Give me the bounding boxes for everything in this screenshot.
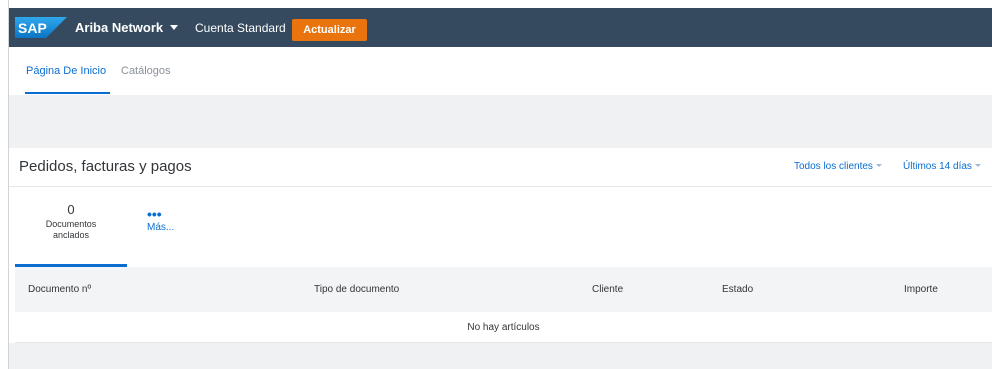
panel-header: Pedidos, facturas y pagos Todos los clie… bbox=[9, 148, 992, 187]
column-header-document-type[interactable]: Tipo de documento bbox=[314, 284, 399, 296]
upgrade-button[interactable]: Actualizar bbox=[292, 19, 367, 41]
chevron-down-icon bbox=[170, 25, 179, 30]
active-tab-indicator bbox=[25, 92, 110, 94]
tab-catalogs[interactable]: Catálogos bbox=[121, 64, 171, 78]
tile-area: 0 Documentos anclados ••• Más... bbox=[9, 187, 992, 267]
empty-message: No hay artículos bbox=[467, 322, 540, 333]
column-header-status[interactable]: Estado bbox=[722, 284, 753, 296]
pinned-documents-label-line1: Documentos bbox=[45, 219, 97, 229]
column-header-client[interactable]: Cliente bbox=[592, 284, 623, 296]
chevron-down-icon bbox=[974, 164, 981, 167]
sap-logo[interactable]: SAP bbox=[15, 17, 67, 38]
panel-title: Pedidos, facturas y pagos bbox=[19, 158, 192, 175]
pinned-documents-label: Documentos anclados bbox=[15, 219, 127, 241]
table-empty-row: No hay artículos bbox=[15, 312, 992, 343]
pinned-documents-label-line2: anclados bbox=[52, 230, 90, 240]
period-filter[interactable]: Últimos 14 días bbox=[903, 161, 981, 173]
more-tile[interactable]: ••• Más... bbox=[144, 206, 194, 239]
pinned-documents-tile[interactable]: 0 Documentos anclados bbox=[15, 187, 127, 267]
clients-filter[interactable]: Todos los clientes bbox=[794, 161, 882, 173]
tab-home[interactable]: Página De Inicio bbox=[26, 64, 106, 78]
more-dots-icon: ••• bbox=[147, 206, 162, 222]
more-label: Más... bbox=[147, 222, 175, 233]
period-filter-label: Últimos 14 días bbox=[903, 161, 972, 172]
shell-bar: SAP Ariba Network Cuenta Standard Actual… bbox=[9, 8, 992, 47]
orders-panel: Pedidos, facturas y pagos Todos los clie… bbox=[9, 148, 992, 343]
column-header-amount[interactable]: Importe bbox=[904, 284, 938, 296]
product-switcher[interactable]: Ariba Network bbox=[75, 19, 179, 37]
spacer-band bbox=[9, 95, 992, 148]
pinned-documents-count: 0 bbox=[67, 202, 75, 217]
tab-bar: Página De Inicio Catálogos bbox=[9, 47, 992, 95]
table-header: Documento nº Tipo de documento Cliente E… bbox=[15, 267, 992, 312]
product-name: Ariba Network bbox=[75, 20, 164, 35]
chevron-down-icon bbox=[875, 164, 882, 167]
bottom-band bbox=[9, 343, 992, 369]
account-type-label: Cuenta Standard bbox=[195, 21, 286, 35]
clients-filter-label: Todos los clientes bbox=[794, 161, 873, 172]
sap-logo-text: SAP bbox=[18, 20, 47, 36]
window-edge bbox=[0, 0, 8, 369]
column-header-document-number[interactable]: Documento nº bbox=[28, 284, 91, 296]
